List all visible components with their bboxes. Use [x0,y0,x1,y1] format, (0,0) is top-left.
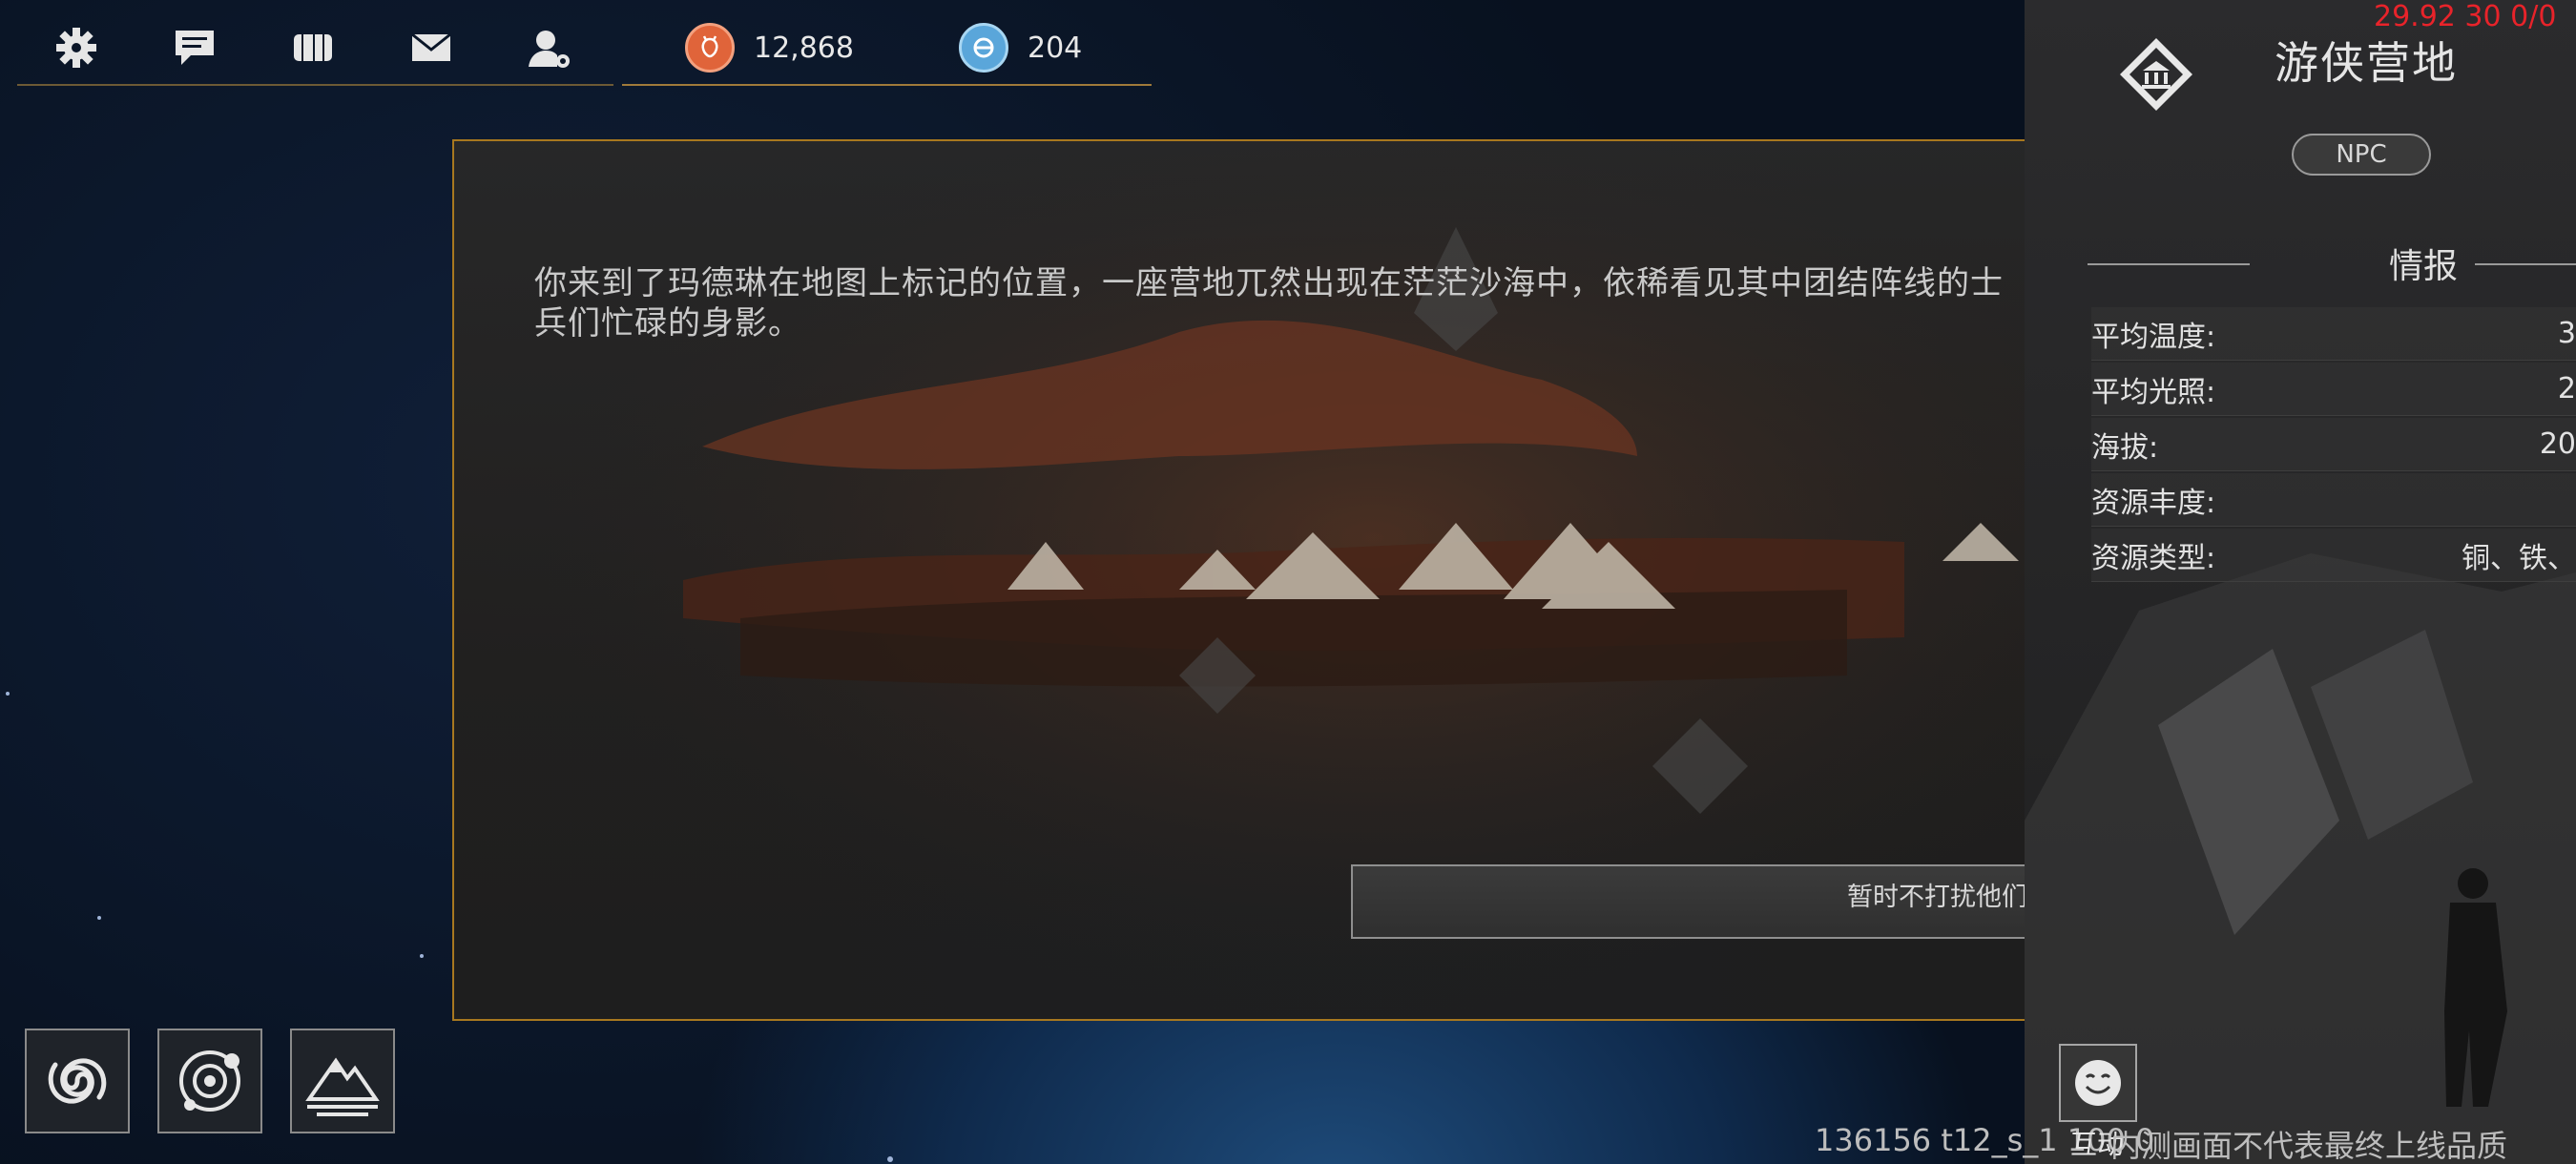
orange-coin-icon [685,23,735,73]
secondary-currency[interactable]: 204 [958,23,1083,73]
intel-header: 情报 [2088,239,2576,292]
location-info-panel: 游侠营地 NPC 情报 平均温度: 3 平均光照: 2 海拔: 20 资源丰度: [2025,0,2576,1164]
game-screen: 12,868 204 你来到了玛德琳在地图上标记的位置，一座营地兀然出现在茫茫沙… [0,0,2576,1164]
planet-system-button[interactable] [157,1029,262,1133]
info-value: 20 [2539,427,2576,461]
mail-icon [411,32,451,61]
location-title: 游侠营地 [2275,37,2458,89]
blue-coin-icon [958,23,1008,73]
divider [2475,263,2576,265]
beta-disclaimer: 内测画面不代表最终上线品质 [2110,1128,2508,1164]
galaxy-button[interactable] [25,1029,130,1133]
galaxy-icon [48,1058,107,1104]
info-label: 资源丰度: [2091,486,2216,520]
info-row-altitude: 海拔: 20 [2091,418,2576,471]
ticket-button[interactable] [254,11,372,84]
info-row-resource-type: 资源类型: 铜、铁、 [2091,529,2576,582]
star [6,692,10,696]
npc-badge: NPC [2292,134,2431,176]
gear-icon [56,28,96,68]
ticket-icon [294,34,332,61]
info-row-light: 平均光照: 2 [2091,363,2576,416]
info-value: 铜、铁、 [2462,541,2576,575]
settings-button[interactable] [17,11,135,84]
info-row-temperature: 平均温度: 3 [2091,307,2576,361]
smile-icon [2075,1060,2121,1106]
chat-icon [176,31,214,65]
mountain-icon [305,1057,380,1116]
terrain-button[interactable] [290,1029,395,1133]
interact-button[interactable] [2059,1044,2137,1122]
dialog-narrative-text: 你来到了玛德琳在地图上标记的位置，一座营地兀然出现在茫茫沙海中，依稀看见其中团结… [534,264,2004,343]
info-row-resource-abundance: 资源丰度: [2091,473,2576,527]
top-toolbar [17,11,613,86]
primary-currency-value: 12,868 [754,31,854,65]
planet-orbit-icon [179,1050,240,1112]
star [887,1156,893,1162]
info-label: 资源类型: [2091,541,2216,575]
info-label: 海拔: [2091,430,2159,465]
profile-settings-button[interactable] [490,11,609,84]
secondary-currency-value: 204 [1027,31,1083,65]
mail-button[interactable] [372,11,490,84]
intel-title: 情报 [2389,247,2459,286]
dialog-choice-button[interactable]: 暂时不打扰他们。 [1351,864,2078,939]
info-label: 平均光照: [2091,375,2216,409]
intel-list: 平均温度: 3 平均光照: 2 海拔: 20 资源丰度: 资源类型: 铜、铁、 [2091,307,2576,584]
star [97,916,101,920]
camp-emblem-icon [2120,38,2192,111]
chat-button[interactable] [135,11,254,84]
divider [2088,263,2250,265]
event-dialog: 你来到了玛德琳在地图上标记的位置，一座营地兀然出现在茫茫沙海中，依稀看见其中团结… [452,139,2124,1021]
info-label: 平均温度: [2091,320,2216,354]
user-settings-icon [529,31,570,68]
currency-bar: 12,868 204 [622,11,1152,86]
debug-fps-readout: 29.92 30 0/0 [2374,0,2557,33]
star [420,954,424,958]
info-value: 2 [2557,372,2576,405]
primary-currency[interactable]: 12,868 [685,23,854,73]
info-value: 3 [2557,317,2576,350]
